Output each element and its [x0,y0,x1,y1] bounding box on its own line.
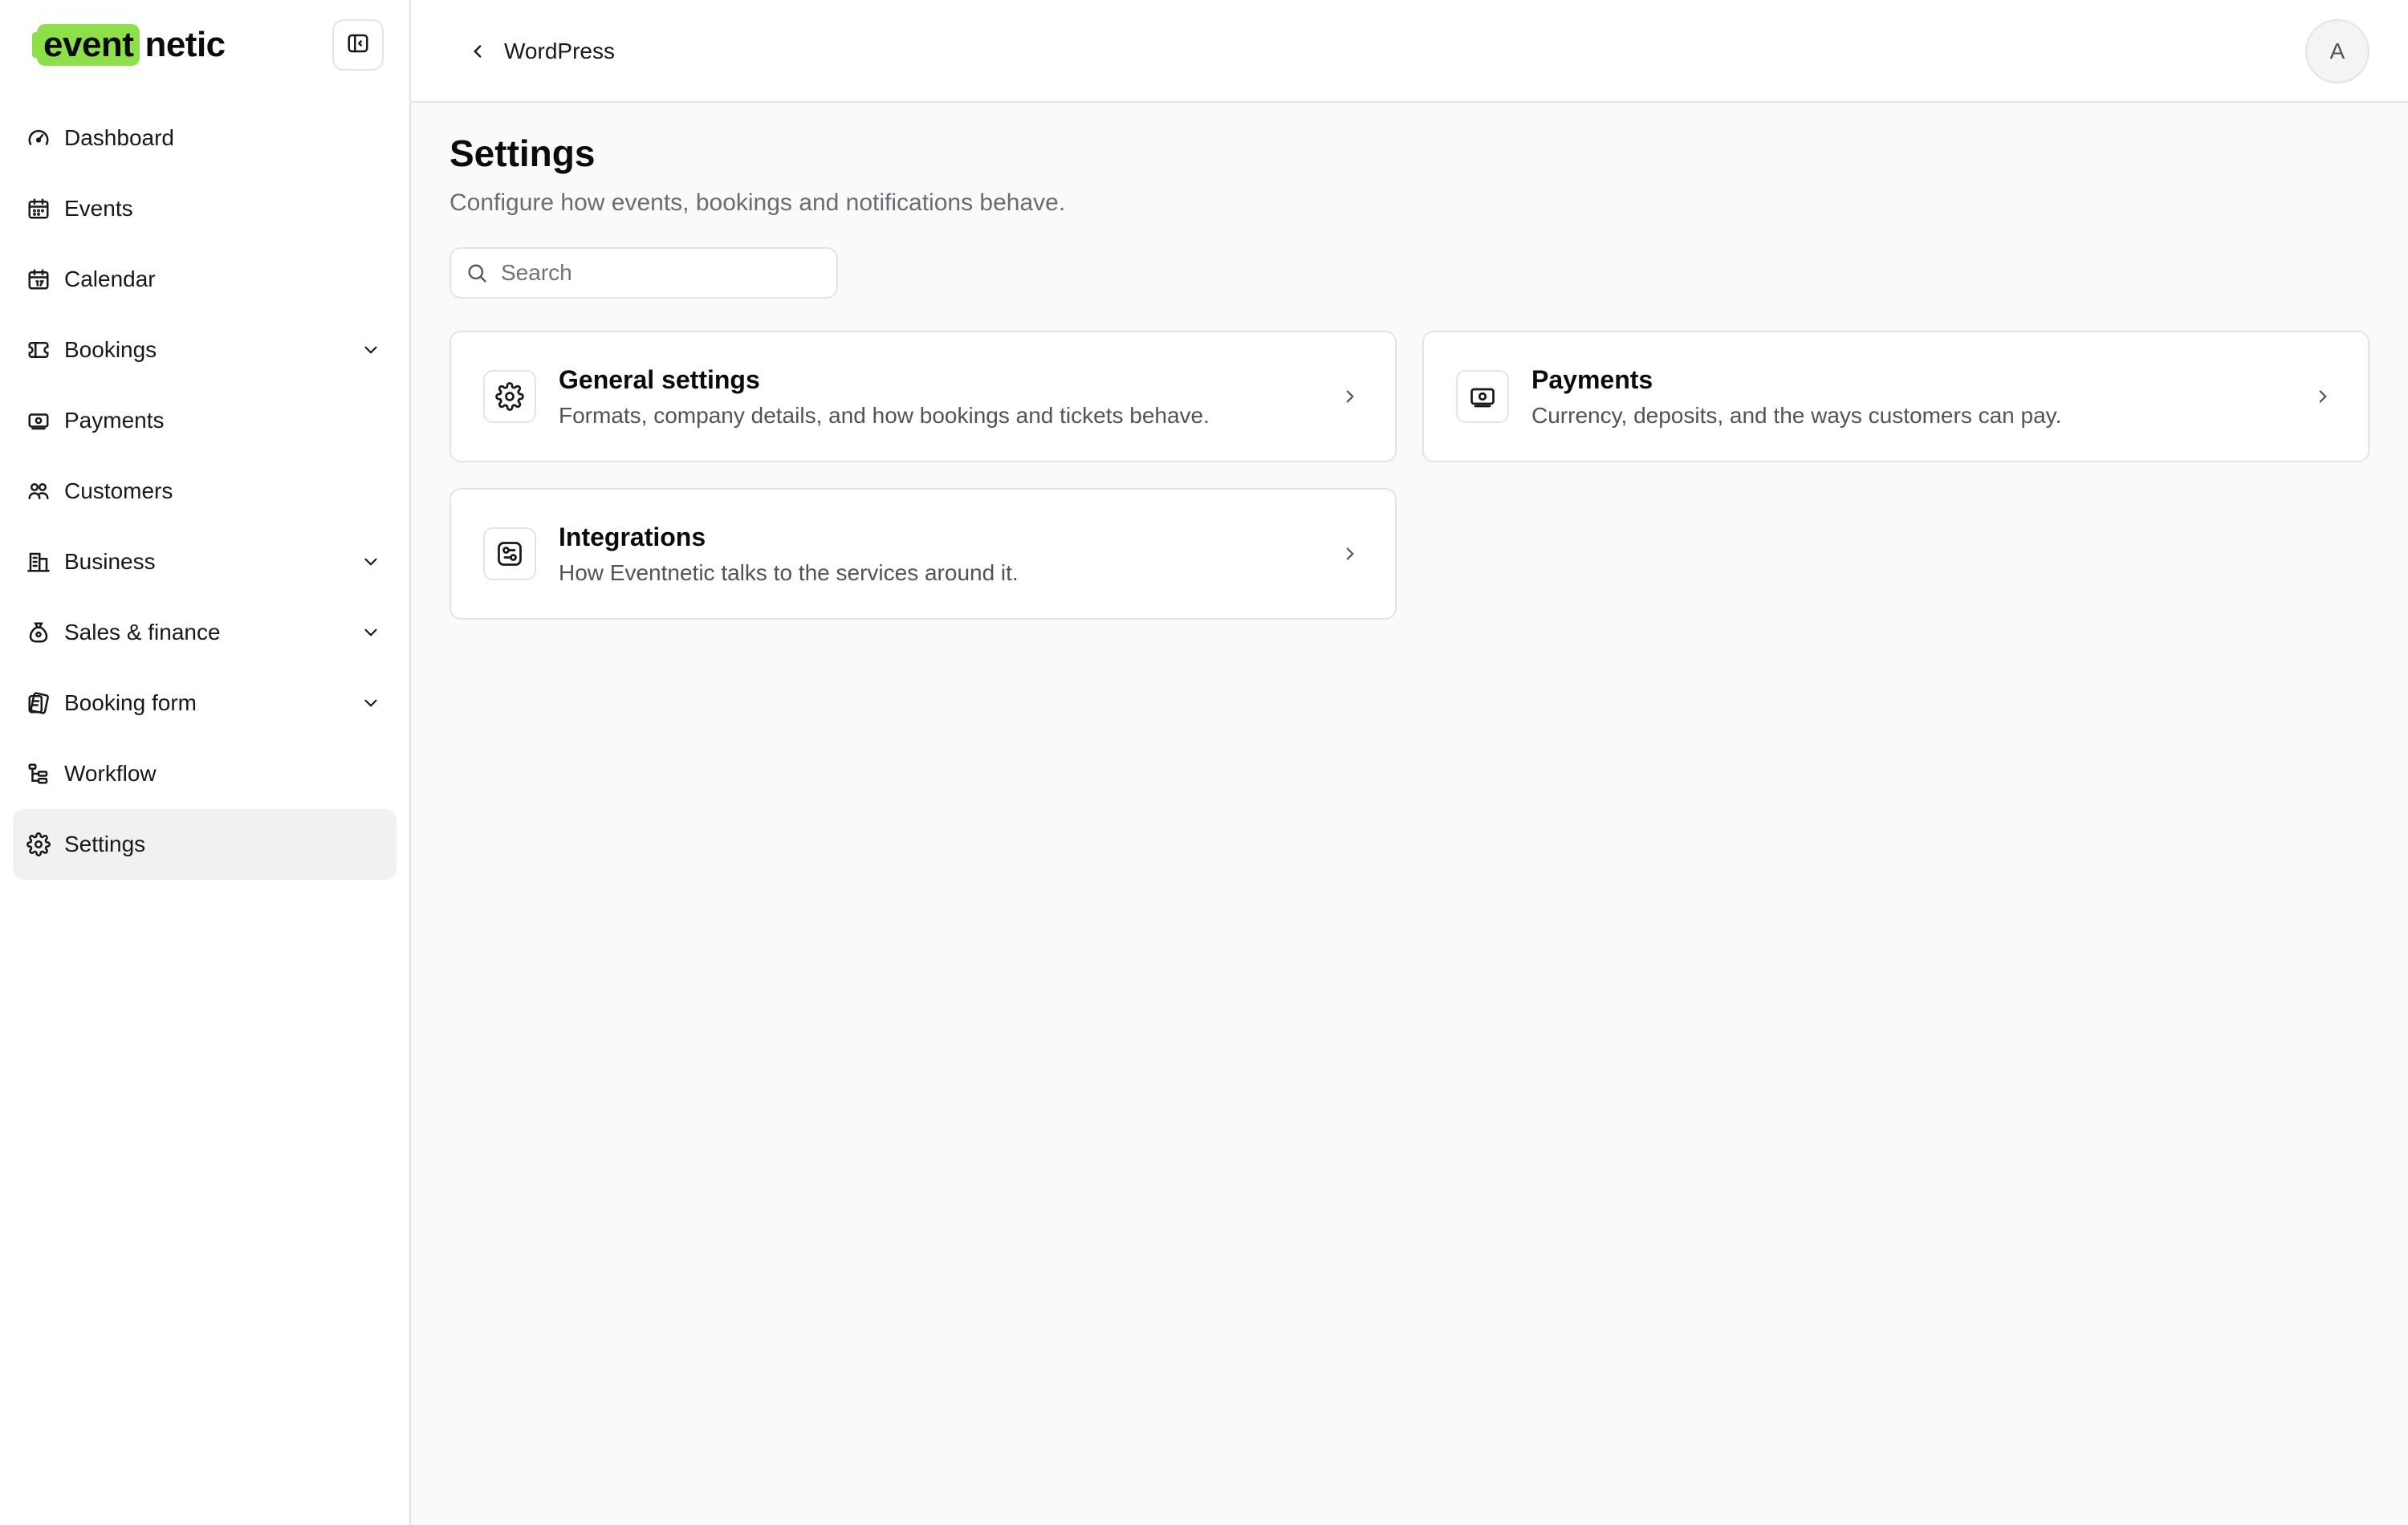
back-link-label: WordPress [504,39,615,63]
gauge-icon [26,125,51,151]
sidebar-item-payments[interactable]: Payments [13,385,397,456]
chevron-right-icon [1337,384,1363,409]
calendar-icon [26,266,51,292]
sidebar-item-booking-form[interactable]: Booking form [13,668,397,738]
sidebar-item-workflow[interactable]: Workflow [13,738,397,809]
settings-card-integrations[interactable]: Integrations How Eventnetic talks to the… [449,488,1397,620]
calendar-grid-icon [26,196,51,222]
sidebar-toggle-button[interactable] [332,19,384,71]
page-subtitle: Configure how events, bookings and notif… [449,189,1066,216]
sidebar-item-events[interactable]: Events [13,173,397,244]
chevron-left-icon [467,40,490,63]
chevron-down-icon[interactable] [358,690,384,716]
sidebar-item-label: Workflow [64,761,157,786]
sidebar-item-business[interactable]: Business [13,527,397,597]
users-icon [26,478,51,504]
search-box[interactable] [449,247,838,299]
integrations-icon [483,527,536,580]
settings-card-general[interactable]: General settings Formats, company detail… [449,331,1397,462]
sidebar-toggle-icon [346,31,370,59]
search-icon [466,261,490,285]
settings-card-payments[interactable]: Payments Currency, deposits, and the way… [1422,331,2369,462]
sidebar-item-dashboard[interactable]: Dashboard [13,103,397,173]
card-title: General settings [559,364,760,394]
logo-event-text: event [31,24,140,66]
chevron-down-icon[interactable] [358,620,384,645]
card-description: Currency, deposits, and the ways custome… [1531,402,2062,428]
logo[interactable]: event netic [31,22,226,67]
sidebar-item-label: Payments [64,408,165,433]
sidebar-item-label: Calendar [64,266,156,291]
card-description: Formats, company details, and how bookin… [559,402,1210,428]
banknote-icon [26,408,51,433]
gear-icon [26,832,51,857]
chevron-down-icon[interactable] [358,549,384,575]
main-content: WordPress A Settings Configure how event… [411,0,2408,1525]
sidebar-item-bookings[interactable]: Bookings [13,315,397,385]
sidebar-item-label: Booking form [64,690,197,715]
sidebar-nav: Dashboard Events Calendar Bookings Payme… [13,103,397,880]
sidebar-item-label: Dashboard [64,125,174,150]
avatar[interactable]: A [2305,19,2369,83]
ticket-icon [26,337,51,363]
chevron-right-icon [2310,384,2336,409]
building-icon [26,549,51,575]
sidebar-item-label: Customers [64,478,173,503]
chevron-down-icon[interactable] [358,337,384,363]
sidebar-item-customers[interactable]: Customers [13,456,397,527]
logo-netic-text: netic [144,25,226,64]
sidebar-item-label: Bookings [64,337,157,362]
sidebar-item-label: Events [64,196,133,221]
chevron-right-icon [1337,541,1363,567]
back-to-wordpress-link[interactable]: WordPress [467,0,615,103]
sidebar-item-calendar[interactable]: Calendar [13,244,397,315]
sidebar-item-label: Sales & finance [64,620,221,645]
card-text: Integrations How Eventnetic talks to the… [559,523,1337,586]
sidebar-item-settings[interactable]: Settings [13,809,397,880]
card-description: How Eventnetic talks to the services aro… [559,559,1019,585]
money-bag-icon [26,620,51,645]
sidebar-item-sales-finance[interactable]: Sales & finance [13,597,397,668]
sidebar-item-label: Settings [64,832,146,856]
sidebar: event netic Dashboard Events Calendar Bo… [0,0,411,1525]
card-text: Payments Currency, deposits, and the way… [1531,365,2310,429]
gear-icon [483,370,536,423]
top-bar: WordPress A [411,0,2408,103]
card-title: Integrations [559,522,706,551]
card-text: General settings Formats, company detail… [559,365,1337,429]
workflow-icon [26,761,51,787]
page-title: Settings [449,132,596,174]
search-input[interactable] [501,260,822,286]
form-icon [26,690,51,716]
sidebar-item-label: Business [64,549,156,574]
card-title: Payments [1531,364,1653,394]
banknote-icon [1456,370,1509,423]
